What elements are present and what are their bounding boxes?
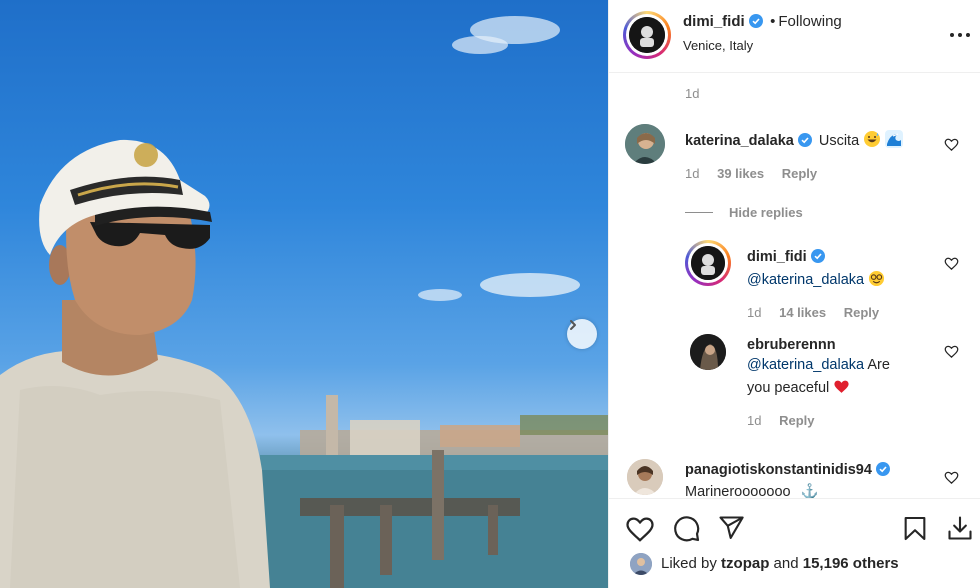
reply-text-continued: you peaceful — [747, 380, 830, 396]
commenter-avatar[interactable] — [625, 124, 665, 164]
commenter-avatar[interactable] — [627, 459, 663, 495]
wave-emoji — [885, 130, 904, 148]
liked-by-user[interactable]: tzopap — [721, 555, 769, 572]
reply-mention[interactable]: @katerina_dalaka — [747, 357, 864, 373]
following-button[interactable]: Following — [778, 13, 841, 30]
bookmark-icon[interactable] — [901, 514, 929, 543]
reply-time: 1d — [747, 305, 762, 320]
red-heart-emoji — [834, 380, 849, 393]
like-heart-icon[interactable] — [944, 256, 959, 271]
reply-text: Are — [867, 357, 890, 373]
verified-badge-icon — [875, 462, 890, 476]
liked-by-others[interactable]: 15,196 others — [803, 555, 899, 572]
reply-button[interactable]: Reply — [782, 166, 817, 181]
more-options-icon[interactable] — [949, 25, 971, 43]
verified-badge-icon — [810, 249, 825, 263]
comment-username[interactable]: katerina_dalaka — [685, 133, 794, 149]
hide-replies-label: Hide replies — [729, 205, 803, 220]
nerd-face-emoji — [869, 270, 885, 287]
grinning-sweat-emoji — [864, 131, 881, 147]
verified-badge-icon — [797, 133, 812, 147]
action-bar: Liked by tzopap and 15,196 others — [609, 498, 980, 588]
post-panel: dimi_fidi • Following Venice, Italy 1d ka… — [608, 0, 980, 588]
reply-likes[interactable]: 14 likes — [779, 305, 826, 320]
like-heart-icon[interactable] — [944, 470, 959, 485]
reply-time: 1d — [747, 413, 762, 428]
comment-likes[interactable]: 39 likes — [717, 166, 764, 181]
reply-button[interactable]: Reply — [844, 305, 879, 320]
download-icon[interactable] — [946, 514, 974, 542]
author-username[interactable]: dimi_fidi — [683, 13, 745, 30]
reply-avatar[interactable] — [685, 240, 731, 286]
post-header: dimi_fidi • Following Venice, Italy — [609, 0, 980, 73]
post-location[interactable]: Venice, Italy — [683, 38, 753, 53]
next-image-button[interactable] — [567, 319, 597, 349]
avatar-photo-icon — [629, 17, 665, 53]
like-heart-icon[interactable] — [944, 344, 959, 359]
verified-badge-icon — [748, 14, 763, 28]
comment-time: 1d — [685, 166, 700, 181]
post-photo — [0, 0, 608, 588]
header-separator: • — [770, 13, 776, 30]
liker-avatar[interactable] — [630, 553, 652, 575]
liked-by-line: Liked by tzopap and 15,196 others — [661, 555, 899, 572]
reply-username[interactable]: dimi_fidi — [747, 249, 807, 265]
liked-by-prefix: Liked by — [661, 555, 717, 572]
comment-username[interactable]: panagiotiskonstantinidis94 — [685, 462, 872, 478]
reply-button[interactable]: Reply — [779, 413, 814, 428]
comment-icon[interactable] — [672, 514, 701, 543]
reply-mention[interactable]: @katerina_dalaka — [747, 272, 864, 288]
like-heart-icon[interactable] — [944, 137, 959, 152]
chevron-right-icon — [570, 320, 576, 330]
reply-username[interactable]: ebruberennn — [747, 337, 836, 353]
photo-scene — [0, 16, 608, 588]
reply-avatar[interactable] — [690, 334, 726, 370]
heart-icon[interactable] — [625, 514, 655, 544]
caption-timestamp: 1d — [685, 86, 700, 101]
author-avatar[interactable] — [623, 11, 671, 59]
comment-text: Uscita — [818, 133, 860, 149]
share-icon[interactable] — [717, 514, 745, 542]
hide-replies-toggle[interactable]: Hide replies — [685, 204, 803, 222]
liked-by-and: and — [773, 555, 799, 572]
